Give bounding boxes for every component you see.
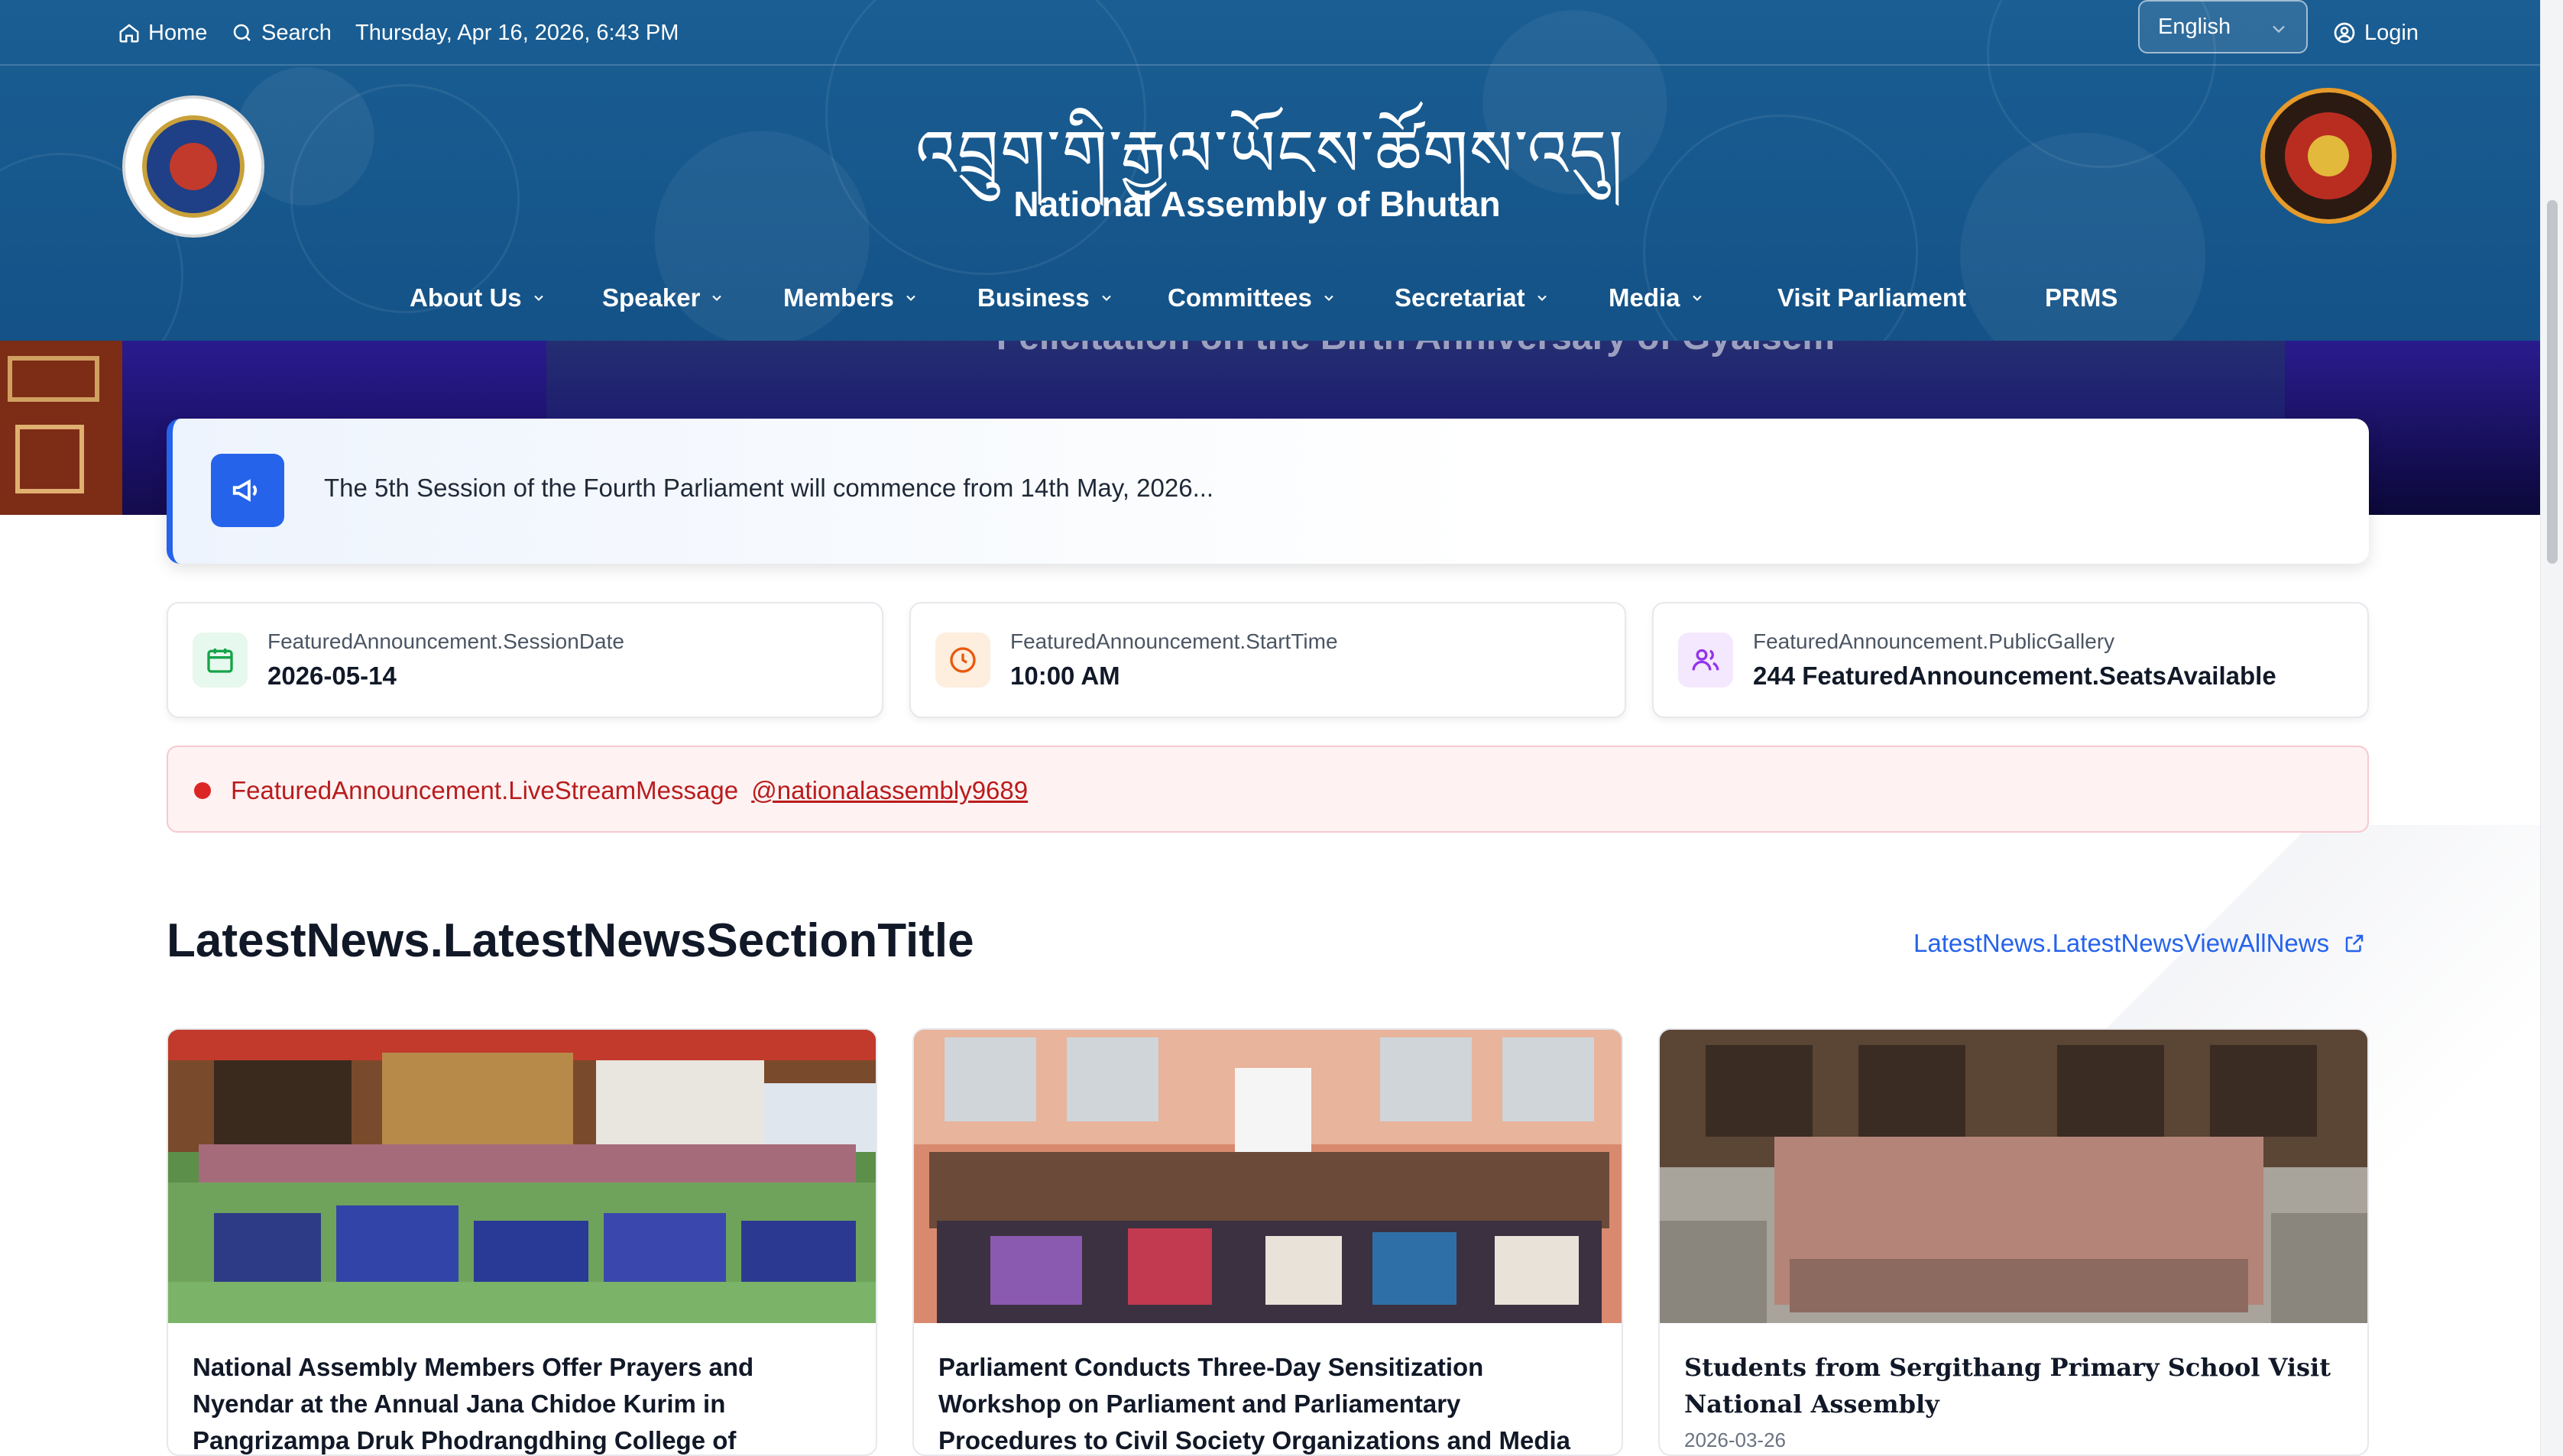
- chevron-down-icon: [1324, 295, 1333, 301]
- nav-prms[interactable]: PRMS: [2045, 275, 2117, 321]
- info-value: 10:00 AM: [1010, 662, 1120, 690]
- home-link[interactable]: Home: [118, 0, 207, 66]
- livestream-alert: FeaturedAnnouncement.LiveStreamMessage @…: [167, 746, 2369, 833]
- hero-caption: Felicitation on the Birth Anniversary of…: [546, 341, 2285, 358]
- nav-label: Secretariat: [1395, 283, 1525, 312]
- nav-secretariat[interactable]: Secretariat: [1395, 275, 1550, 321]
- latest-news-title: LatestNews.LatestNewsSectionTitle: [167, 914, 974, 967]
- nav-members[interactable]: Members: [783, 275, 919, 321]
- login-label: Login: [2364, 20, 2419, 45]
- nav-label: Visit Parliament: [1777, 283, 1967, 312]
- hero-slide-prev: [0, 341, 122, 515]
- info-label: FeaturedAnnouncement.PublicGallery: [1753, 629, 2115, 653]
- chevron-down-icon: [2273, 25, 2285, 34]
- news-headline: Students from Sergithang Primary School …: [1684, 1353, 2331, 1419]
- news-card[interactable]: Students from Sergithang Primary School …: [1658, 1028, 2369, 1456]
- livestream-label: FeaturedAnnouncement.LiveStreamMessage: [231, 776, 739, 804]
- nav-about-us[interactable]: About Us: [410, 275, 546, 321]
- announcement-text: The 5th Session of the Fourth Parliament…: [324, 474, 1214, 502]
- session-date-card: FeaturedAnnouncement.SessionDate 2026-05…: [167, 602, 883, 718]
- news-image: [914, 1030, 1622, 1323]
- home-icon: [119, 24, 139, 43]
- nav-label: Members: [783, 283, 894, 312]
- login-link[interactable]: Login: [2332, 0, 2419, 66]
- site-header: Home Search Thursday, Apr 16, 2026, 6:43…: [0, 0, 2540, 341]
- nav-visit-parliament[interactable]: Visit Parliament: [1777, 275, 1966, 321]
- nav-business[interactable]: Business: [977, 275, 1114, 321]
- info-value: 2026-05-14: [267, 662, 397, 690]
- home-label: Home: [148, 20, 208, 45]
- search-icon: [233, 24, 251, 41]
- page-scrollbar[interactable]: [2540, 0, 2563, 1456]
- chevron-down-icon: [1537, 295, 1547, 301]
- user-circle-icon: [2334, 22, 2355, 44]
- search-link[interactable]: Search: [231, 0, 332, 66]
- news-card[interactable]: Parliament Conducts Three-Day Sensitizat…: [912, 1028, 1623, 1456]
- clock-icon: [935, 633, 990, 688]
- hero-pattern: [15, 425, 84, 493]
- news-headline: Parliament Conducts Three-Day Sensitizat…: [938, 1353, 1571, 1454]
- public-gallery-card: FeaturedAnnouncement.PublicGallery 244 F…: [1652, 602, 2369, 718]
- page: Home Search Thursday, Apr 16, 2026, 6:43…: [0, 0, 2563, 1456]
- top-bar: Home Search Thursday, Apr 16, 2026, 6:43…: [0, 0, 2540, 66]
- live-indicator-icon: [194, 782, 211, 799]
- nav-label: PRMS: [2045, 283, 2118, 312]
- view-all-label: LatestNews.LatestNewsViewAllNews: [1913, 929, 2330, 957]
- search-label: Search: [261, 20, 332, 45]
- site-title: National Assembly of Bhutan: [1013, 184, 1501, 224]
- chevron-down-icon: [533, 295, 543, 301]
- current-datetime: Thursday, Apr 16, 2026, 6:43 PM: [355, 20, 679, 45]
- livestream-message: FeaturedAnnouncement.LiveStreamMessage @…: [231, 776, 1028, 805]
- nav-label: Committees: [1168, 283, 1312, 312]
- language-select[interactable]: English: [2138, 0, 2308, 53]
- chevron-down-icon: [1692, 295, 1702, 301]
- info-label: FeaturedAnnouncement.StartTime: [1010, 629, 1338, 653]
- start-time-card: FeaturedAnnouncement.StartTime 10:00 AM: [909, 602, 1626, 718]
- news-card[interactable]: National Assembly Members Offer Prayers …: [167, 1028, 877, 1456]
- news-image: [1660, 1030, 2367, 1323]
- info-label: FeaturedAnnouncement.SessionDate: [267, 629, 624, 653]
- news-headline: National Assembly Members Offer Prayers …: [193, 1353, 754, 1454]
- nav-label: Speaker: [602, 283, 701, 312]
- nav-label: Media: [1609, 283, 1680, 312]
- nav-committees[interactable]: Committees: [1168, 275, 1337, 321]
- nav-label: Business: [977, 283, 1090, 312]
- users-icon: [1678, 633, 1733, 688]
- chevron-down-icon: [712, 295, 722, 301]
- news-image: [168, 1030, 876, 1323]
- main-navigation: About Us Speaker Members Business Commit…: [0, 275, 2540, 321]
- info-value: 244 FeaturedAnnouncement.SeatsAvailable: [1753, 662, 2276, 690]
- nav-media[interactable]: Media: [1609, 275, 1705, 321]
- language-selected: English: [2158, 14, 2231, 39]
- calendar-icon: [193, 633, 248, 688]
- chevron-down-icon: [1101, 295, 1111, 301]
- announcement-banner[interactable]: The 5th Session of the Fourth Parliament…: [167, 419, 2369, 564]
- megaphone-icon: [211, 454, 284, 527]
- livestream-channel-link[interactable]: @nationalassembly9689: [751, 776, 1028, 804]
- chevron-down-icon: [906, 295, 915, 301]
- nav-label: About Us: [410, 283, 522, 312]
- hero-pattern: [8, 356, 99, 402]
- view-all-news-link[interactable]: LatestNews.LatestNewsViewAllNews: [1913, 929, 2366, 958]
- site-title-dzongkha: འབྲུག་གི་རྒྱལ་ཡོངས་ཚོགས་འདུ།: [915, 116, 1625, 191]
- scrollbar-thumb[interactable]: [2547, 200, 2558, 564]
- external-link-icon: [2345, 934, 2364, 953]
- news-date: 2026-03-26: [1684, 1428, 1786, 1451]
- nav-speaker[interactable]: Speaker: [602, 275, 724, 321]
